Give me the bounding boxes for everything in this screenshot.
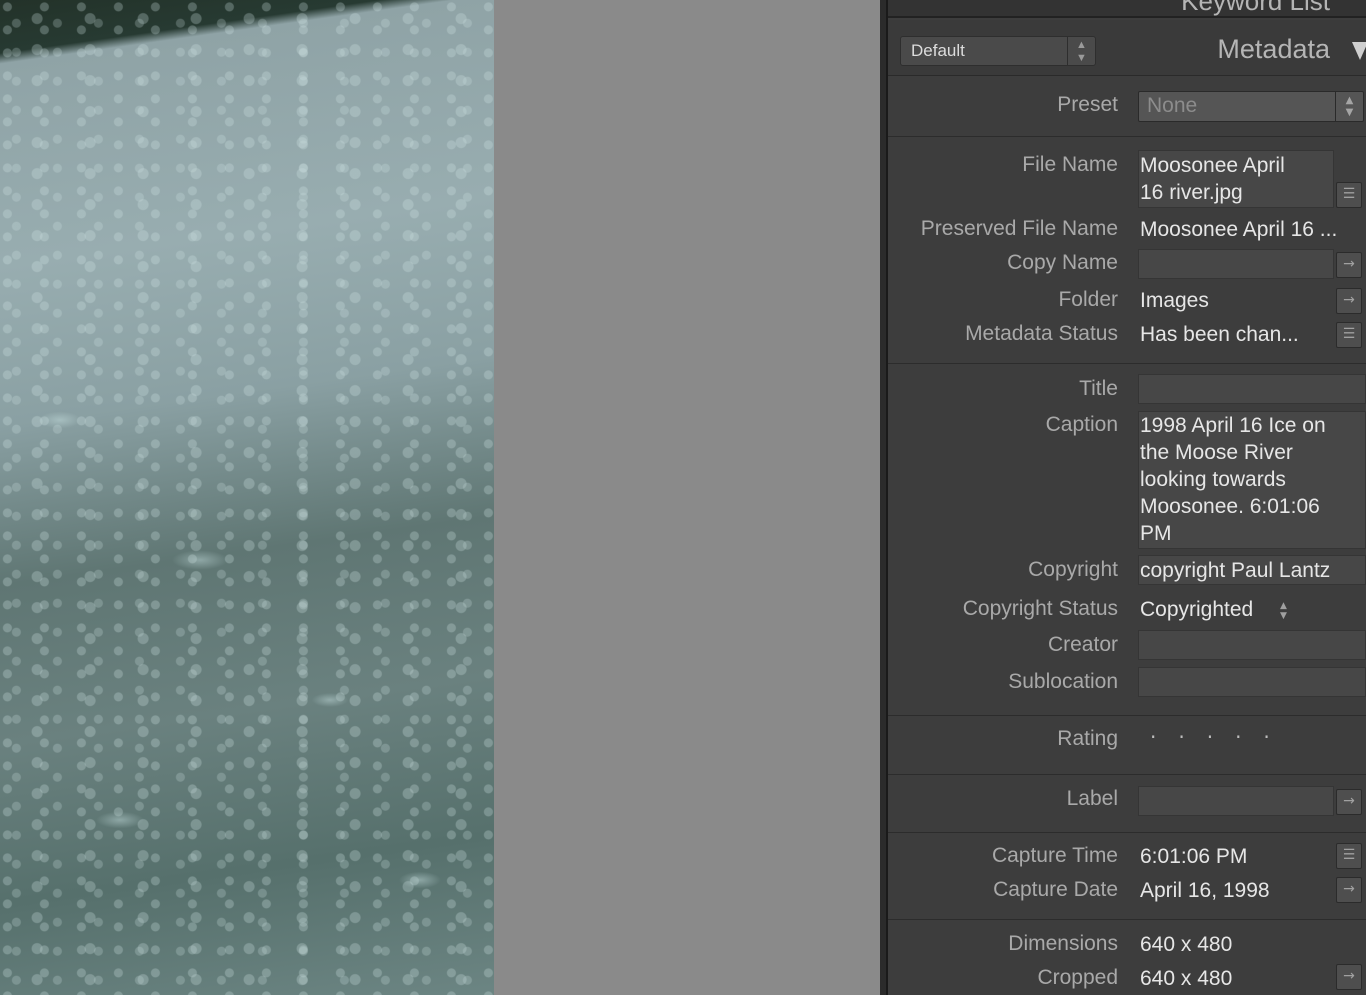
preserved-file-name-value: Moosonee April 16 ... — [1140, 218, 1338, 241]
copy-name-label: Copy Name — [1007, 251, 1118, 274]
copy-name-field[interactable] — [1138, 249, 1334, 279]
capture-date-label: Capture Date — [993, 878, 1118, 901]
capture-date-arrow-icon[interactable]: → — [1336, 877, 1362, 903]
capture-time-value: 6:01:06 PM — [1140, 845, 1248, 868]
metadata-panel: Keyword List Default ▲ ▼ Metadata Preset … — [886, 0, 1366, 995]
file-name-line2: 16 river.jpg — [1140, 181, 1243, 204]
metadata-status-label: Metadata Status — [965, 322, 1118, 345]
file-name-line1: Moosonee April — [1140, 154, 1285, 177]
sublocation-field[interactable] — [1138, 667, 1366, 697]
dimensions-label: Dimensions — [1008, 932, 1118, 955]
metadata-header: Default ▲ ▼ Metadata — [888, 20, 1366, 76]
folder-arrow-icon[interactable]: → — [1336, 288, 1362, 314]
file-name-list-icon[interactable]: ☰ — [1336, 182, 1362, 208]
capture-time-label: Capture Time — [991, 844, 1118, 867]
copyright-value: copyright Paul Lantz — [1140, 559, 1331, 582]
preserved-file-name-label: Preserved File Name — [920, 217, 1118, 240]
dimensions-section: Dimensions 640 x 480 Cropped 640 x 480 → — [888, 921, 1366, 995]
copy-name-arrow-icon[interactable]: → — [1336, 252, 1362, 278]
sublocation-label: Sublocation — [1008, 670, 1118, 693]
metadata-preset-select[interactable]: Default ▲ ▼ — [900, 36, 1096, 66]
right-panel: Keyword List Default ▲ ▼ Metadata Preset … — [880, 0, 1366, 995]
folder-label: Folder — [1058, 288, 1118, 311]
dimensions-value: 640 x 480 — [1140, 933, 1233, 956]
copyright-status-label: Copyright Status — [962, 597, 1118, 620]
copyright-status-value[interactable]: Copyrighted — [1140, 596, 1253, 623]
rating-stars[interactable]: ····· — [1150, 725, 1292, 749]
keyword-list-title: Keyword List — [1181, 0, 1330, 16]
rating-section: Rating ····· — [888, 717, 1366, 775]
metadata-preset-select-value: Default — [911, 41, 965, 60]
preset-dropdown-value: None — [1147, 94, 1198, 117]
label-field[interactable] — [1138, 786, 1334, 816]
caption-label: Caption — [1045, 413, 1118, 436]
select-arrows-icon: ▲ ▼ — [1067, 37, 1095, 65]
loupe-background — [494, 0, 880, 995]
caption-line-4: Moosonee. 6:01:06 — [1140, 495, 1320, 518]
cropped-arrow-icon[interactable]: → — [1336, 964, 1362, 990]
copyright-label: Copyright — [1028, 558, 1118, 581]
label-arrow-icon[interactable]: → — [1336, 789, 1362, 815]
preset-section: Preset None ▲ ▼ — [888, 77, 1366, 137]
metadata-title[interactable]: Metadata — [1217, 34, 1330, 65]
folder-value: Images — [1140, 289, 1209, 312]
label-section: Label → — [888, 776, 1366, 833]
title-label: Title — [1079, 377, 1118, 400]
preset-dropdown[interactable]: None ▲ ▼ — [1138, 91, 1364, 122]
creator-label: Creator — [1047, 633, 1118, 656]
cropped-label: Cropped — [1037, 966, 1118, 989]
creator-field[interactable] — [1138, 630, 1366, 660]
metadata-status-list-icon[interactable]: ☰ — [1336, 322, 1362, 348]
metadata-status-value: Has been chan... — [1140, 323, 1299, 346]
copyright-status-arrows-icon[interactable]: ▲ ▼ — [1280, 601, 1287, 621]
description-section: Title Caption 1998 April 16 Ice on the M… — [888, 365, 1366, 716]
file-name-label: File Name — [1022, 153, 1118, 176]
collapse-triangle-icon[interactable] — [1352, 42, 1366, 60]
capture-section: Capture Time 6:01:06 PM ☰ Capture Date A… — [888, 834, 1366, 920]
caption-line-3: looking towards — [1140, 468, 1286, 491]
caption-line-5: PM — [1140, 522, 1172, 545]
photo-preview — [0, 0, 494, 995]
label-label: Label — [1066, 787, 1118, 810]
preset-dropdown-arrows-icon: ▲ ▼ — [1335, 92, 1363, 121]
caption-line-1: 1998 April 16 Ice on — [1140, 414, 1326, 437]
cropped-value: 640 x 480 — [1140, 967, 1233, 990]
file-info-section: File Name Moosonee April 16 river.jpg ☰ … — [888, 138, 1366, 364]
keyword-list-header[interactable]: Keyword List — [888, 0, 1366, 18]
caption-line-2: the Moose River — [1140, 441, 1293, 464]
title-field[interactable] — [1138, 374, 1366, 404]
capture-date-value: April 16, 1998 — [1140, 879, 1270, 902]
rating-label: Rating — [1057, 727, 1118, 750]
preset-label: Preset — [1057, 93, 1118, 116]
capture-time-list-icon[interactable]: ☰ — [1336, 843, 1362, 869]
